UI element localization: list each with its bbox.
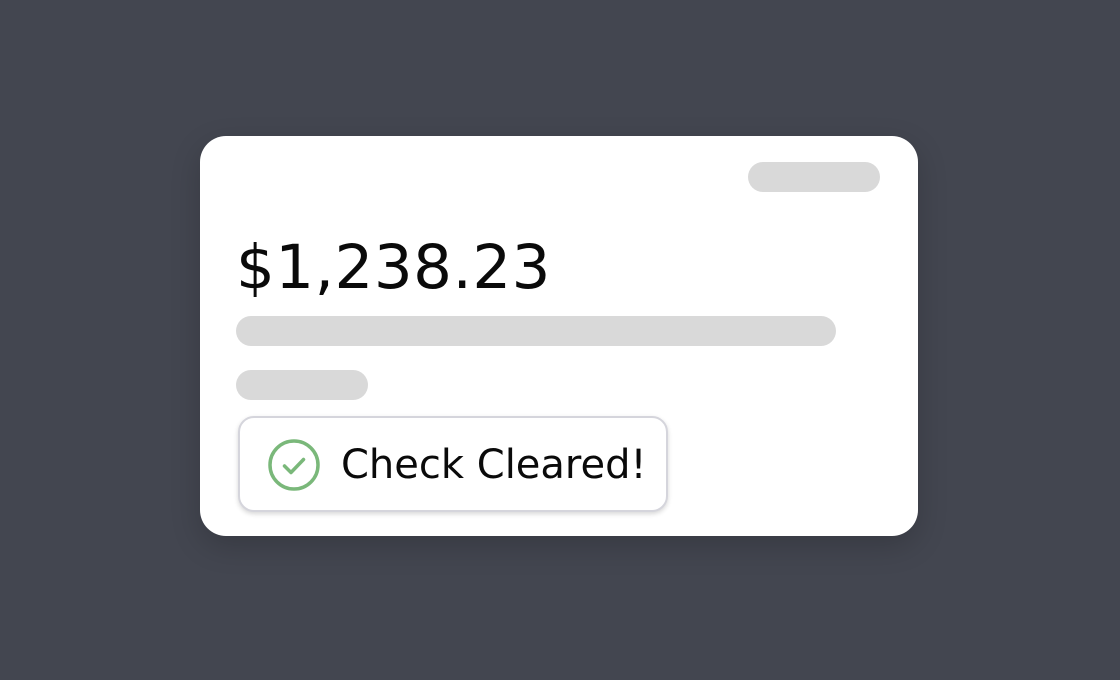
skeleton-label-placeholder bbox=[236, 370, 368, 400]
check-cleared-toast: Check Cleared! bbox=[238, 416, 668, 512]
skeleton-badge-placeholder bbox=[748, 162, 880, 192]
check-card: $1,238.23 Check Cleared! bbox=[200, 136, 918, 536]
check-circle-icon bbox=[268, 439, 320, 491]
toast-message: Check Cleared! bbox=[341, 442, 647, 488]
check-amount: $1,238.23 bbox=[236, 232, 551, 303]
skeleton-text-placeholder bbox=[236, 316, 836, 346]
